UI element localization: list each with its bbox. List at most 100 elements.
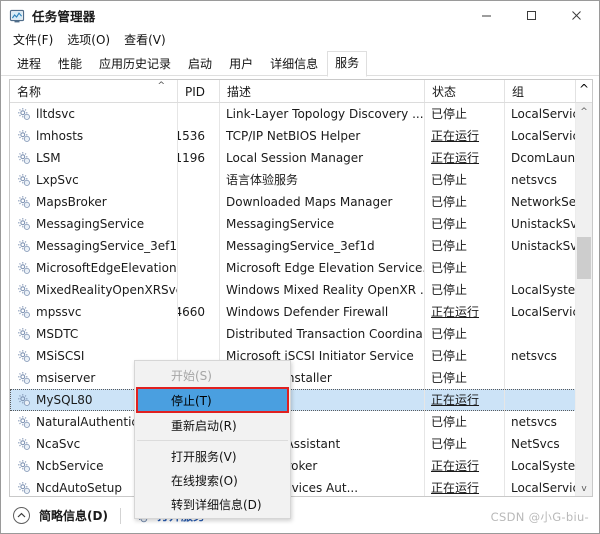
cell-status: 已停止: [424, 103, 504, 125]
table-row[interactable]: lmhosts 1536 TCP/IP NetBIOS Helper 正在运行 Loca…: [10, 125, 592, 147]
service-name-label: msiserver: [36, 371, 96, 385]
chevron-up-icon[interactable]: [13, 507, 30, 524]
task-manager-icon: [9, 8, 25, 24]
tab-details[interactable]: 详细信息: [262, 52, 326, 76]
status-text: 已停止: [431, 173, 468, 187]
maximize-button[interactable]: [509, 1, 554, 30]
cell-pid: 1536: [177, 129, 205, 143]
cell-status: 正在运行: [424, 147, 504, 169]
cell-status: 已停止: [424, 367, 504, 389]
cell-group: LocalService: [511, 107, 575, 121]
column-header-description[interactable]: 描述: [219, 80, 424, 102]
close-button[interactable]: [554, 1, 599, 30]
context-menu-item[interactable]: 重新启动(R): [135, 413, 290, 437]
minimize-button[interactable]: [464, 1, 509, 30]
service-name-label: NcbService: [36, 459, 104, 473]
table-row[interactable]: NaturalAuthentication 已停止 netsvcs: [10, 411, 592, 433]
table-row[interactable]: MixedRealityOpenXRSvc Windows Mixed Reali…: [10, 279, 592, 301]
column-header-pid[interactable]: PID: [177, 80, 219, 102]
cell-description: 语言体验服务: [226, 173, 299, 187]
table-row[interactable]: MessagingService MessagingService 已停止 Unist…: [10, 213, 592, 235]
table-row-selected[interactable]: MySQL809838MySQL80正在运行: [10, 389, 592, 411]
cell-group: UnistackSvcG...: [511, 217, 575, 231]
cell-pid: [177, 169, 219, 191]
table-row[interactable]: mpssvc 4660 Windows Defender Firewall 正在运行 L…: [10, 301, 592, 323]
column-header-name[interactable]: 名称 ^: [10, 80, 177, 102]
status-text: 已停止: [431, 349, 468, 363]
scroll-down-arrow-icon[interactable]: v: [576, 480, 592, 496]
service-gear-icon: [17, 173, 31, 187]
cell-pid: 1196: [177, 151, 205, 165]
tab-app-history[interactable]: 应用历史记录: [91, 52, 179, 76]
column-header-status[interactable]: 状态: [424, 80, 504, 102]
cell-group: [504, 367, 575, 389]
table-row[interactable]: MapsBroker Downloaded Maps Manager 已停止 Netw…: [10, 191, 592, 213]
tab-startup[interactable]: 启动: [180, 52, 220, 76]
cell-service-name: MSDTC: [10, 323, 177, 345]
tab-processes[interactable]: 进程: [9, 52, 49, 76]
context-menu-item[interactable]: 打开服务(V): [135, 444, 290, 468]
status-text: 已停止: [431, 107, 468, 121]
service-gear-icon: [17, 305, 31, 319]
table-row[interactable]: MicrosoftEdgeElevationS... Microsoft Edge…: [10, 257, 592, 279]
cell-status: 正在运行: [424, 455, 504, 477]
service-gear-icon: [17, 393, 31, 407]
table-body: lltdsvc Link-Layer Topology Discovery ...…: [10, 103, 592, 496]
service-gear-icon: [17, 371, 31, 385]
cell-description: Distributed Transaction Coordina...: [226, 327, 424, 341]
table-row[interactable]: MSiSCSI Microsoft iSCSI Initiator Service…: [10, 345, 592, 367]
column-options-caret-icon[interactable]: ^: [575, 80, 592, 102]
cell-description: Downloaded Maps Manager: [226, 195, 393, 209]
tab-bar: 进程 性能 应用历史记录 启动 用户 详细信息 服务: [1, 50, 599, 77]
cell-description: MessagingService_3ef1d: [226, 239, 375, 253]
table-row[interactable]: NcbService...ection Broker正在运行LocalSyste…: [10, 455, 592, 477]
tab-users[interactable]: 用户: [221, 52, 261, 76]
cell-group: UnistackSvcG...: [511, 239, 575, 253]
status-text: 已停止: [431, 327, 468, 341]
cell-group: LocalSystem...: [511, 283, 575, 297]
table-row[interactable]: LSM 1196 Local Session Manager 正在运行 DcomLaun…: [10, 147, 592, 169]
cell-pid: [177, 279, 219, 301]
cell-service-name: lltdsvc: [10, 103, 177, 125]
window-title: 任务管理器: [32, 9, 96, 24]
menu-file[interactable]: 文件(F): [10, 30, 62, 50]
table-row[interactable]: MessagingService_3ef1d MessagingService_3…: [10, 235, 592, 257]
cell-service-name: MixedRealityOpenXRSvc: [10, 279, 177, 301]
cell-status: 已停止: [424, 257, 504, 279]
context-menu-item[interactable]: 停止(T): [136, 387, 289, 413]
context-menu-item[interactable]: 转到详细信息(D): [135, 492, 290, 516]
services-table: 名称 ^ PID 描述 状态 组 ^ lltdsvc Link-Layer Top…: [9, 79, 593, 497]
table-row[interactable]: NcaSvc...ectivity Assistant已停止NetSvcs: [10, 433, 592, 455]
status-text: 已停止: [431, 239, 468, 253]
table-row[interactable]: NcdAutoSetup ...ected Devices Aut... 正在运行 L…: [10, 477, 592, 496]
column-header-group[interactable]: 组: [504, 80, 575, 102]
context-menu-item[interactable]: 在线搜索(O): [135, 468, 290, 492]
cell-group: LocalService...: [511, 481, 575, 495]
cell-description: Local Session Manager: [226, 151, 364, 165]
service-gear-icon: [17, 217, 31, 231]
service-gear-icon: [17, 261, 31, 275]
scroll-up-arrow-icon[interactable]: ^: [576, 103, 592, 120]
service-context-menu: 开始(S) 停止(T) 重新启动(R) 打开服务(V) 在线搜索(O) 转到详细信息(D): [134, 360, 291, 519]
table-row[interactable]: MSDTC Distributed Transaction Coordina...…: [10, 323, 592, 345]
cell-service-name: MicrosoftEdgeElevationS...: [10, 257, 177, 279]
scrollbar-thumb[interactable]: [577, 237, 591, 279]
table-row[interactable]: LxpSvc 语言体验服务 已停止 netsvcs: [10, 169, 592, 191]
tab-performance[interactable]: 性能: [50, 52, 90, 76]
brief-info-button[interactable]: 简略信息(D): [39, 507, 108, 524]
cell-pid: [177, 213, 219, 235]
vertical-scrollbar[interactable]: ^ v: [575, 103, 592, 496]
status-text: 已停止: [431, 217, 468, 231]
tab-services[interactable]: 服务: [327, 51, 368, 77]
cell-service-name: LSM: [10, 147, 177, 169]
service-name-label: NcdAutoSetup: [36, 481, 122, 495]
service-name-label: MSiSCSI: [36, 349, 85, 363]
cell-status: 正在运行: [424, 389, 504, 411]
cell-group: DcomLaunch: [511, 151, 575, 165]
table-row[interactable]: lltdsvc Link-Layer Topology Discovery ...…: [10, 103, 592, 125]
table-row[interactable]: msiserverWindows Installer已停止: [10, 367, 592, 389]
menu-options[interactable]: 选项(O): [64, 30, 119, 50]
menu-view[interactable]: 查看(V): [121, 30, 175, 50]
cell-status: 正在运行: [424, 301, 504, 323]
cell-pid: [177, 257, 219, 279]
